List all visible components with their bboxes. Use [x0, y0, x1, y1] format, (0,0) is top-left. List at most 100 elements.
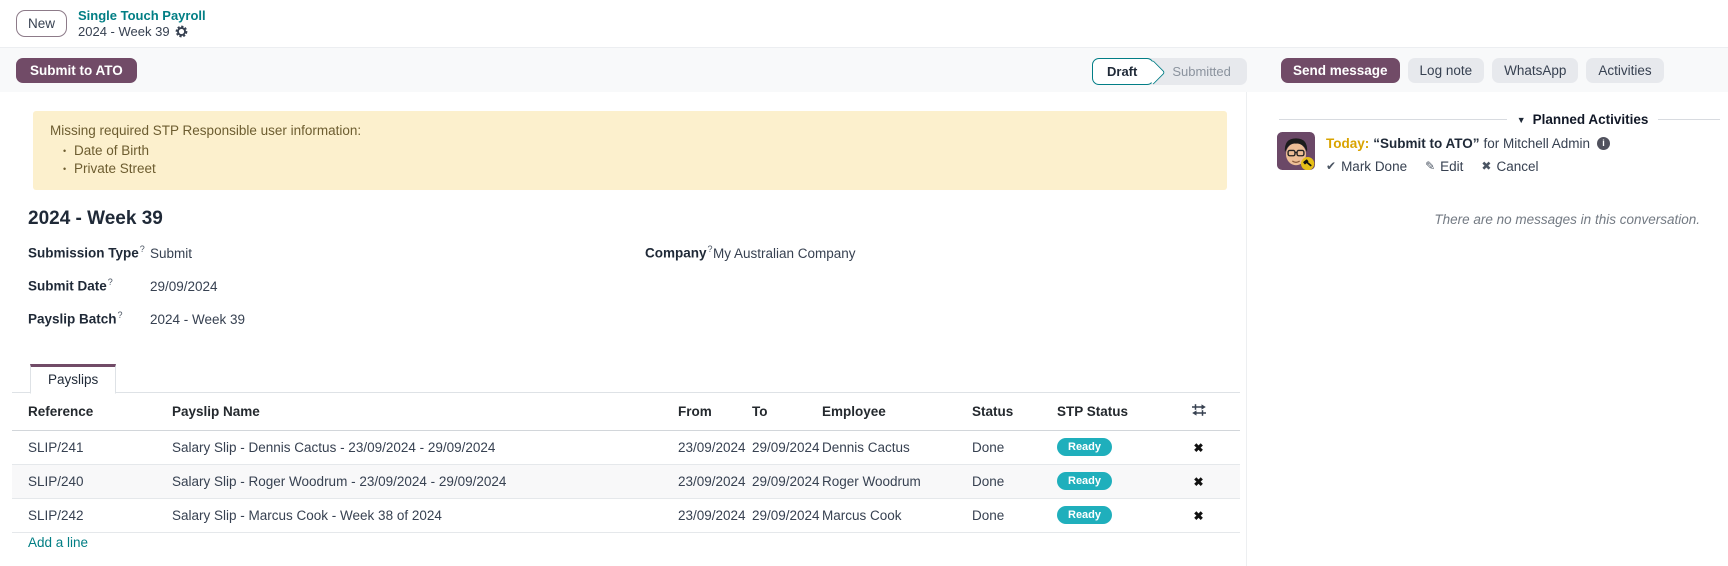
cell-to[interactable]: 29/09/2024 — [752, 498, 822, 532]
divider — [1279, 119, 1507, 120]
help-icon[interactable]: ? — [108, 277, 113, 287]
submit-to-ato-button[interactable]: Submit to ATO — [16, 58, 137, 83]
cell-employee[interactable]: Dennis Cactus — [822, 430, 972, 464]
planned-activities-header: ▼ Planned Activities — [1279, 112, 1720, 127]
cell-stp-status: Ready — [1057, 464, 1157, 498]
cell-payslip-name[interactable]: Salary Slip - Dennis Cactus - 23/09/2024… — [172, 430, 678, 464]
cell-delete: ✖ — [1157, 430, 1240, 464]
record-title: 2024 - Week 39 — [28, 208, 163, 230]
stp-status-badge[interactable]: Ready — [1057, 506, 1112, 524]
cell-from[interactable]: 23/09/2024 — [678, 498, 752, 532]
whatsapp-button[interactable]: WhatsApp — [1492, 58, 1578, 83]
cell-payslip-name[interactable]: Salary Slip - Roger Woodrum - 23/09/2024… — [172, 464, 678, 498]
table-row[interactable]: SLIP/241 Salary Slip - Dennis Cactus - 2… — [12, 430, 1240, 464]
help-icon[interactable]: ? — [140, 244, 145, 254]
field-group-left: Submission Type? Submit Submit Date? 29/… — [28, 244, 245, 343]
table-header-row: Reference Payslip Name From To Employee … — [12, 393, 1240, 430]
avatar[interactable] — [1277, 132, 1315, 170]
statusbar: Draft Submitted — [1092, 58, 1247, 85]
warning-alert-item: Date of Birth — [74, 142, 1210, 160]
send-message-button[interactable]: Send message — [1281, 58, 1400, 83]
activity-item: Today: “Submit to ATO” for Mitchell Admi… — [1277, 132, 1610, 175]
info-icon[interactable]: i — [1597, 137, 1610, 150]
field-submission-type: Submission Type? Submit — [28, 244, 245, 263]
cell-delete: ✖ — [1157, 498, 1240, 532]
help-icon[interactable]: ? — [118, 310, 123, 320]
divider — [1658, 119, 1720, 120]
breadcrumb-bar: New Single Touch Payroll 2024 - Week 39 — [0, 0, 1728, 48]
tab-payslips[interactable]: Payslips — [30, 364, 116, 394]
breadcrumb-model-link[interactable]: Single Touch Payroll — [78, 8, 206, 23]
chevron-down-icon[interactable]: ▼ — [1517, 115, 1526, 125]
cell-reference[interactable]: SLIP/242 — [12, 498, 172, 532]
notebook-tabs: Payslips — [12, 364, 1240, 393]
add-a-line-link[interactable]: Add a line — [28, 535, 88, 550]
breadcrumb: Single Touch Payroll 2024 - Week 39 — [78, 8, 206, 39]
delete-row-icon[interactable]: ✖ — [1193, 441, 1203, 455]
table-row[interactable]: SLIP/240 Salary Slip - Roger Woodrum - 2… — [12, 464, 1240, 498]
cell-stp-status: Ready — [1057, 498, 1157, 532]
payslips-table: Reference Payslip Name From To Employee … — [12, 393, 1240, 533]
warning-alert-title: Missing required STP Responsible user in… — [50, 122, 1210, 140]
cell-stp-status: Ready — [1057, 430, 1157, 464]
chatter-buttons: Send message Log note WhatsApp Activitie… — [1281, 58, 1664, 83]
cell-status[interactable]: Done — [972, 498, 1057, 532]
optional-columns-icon[interactable] — [1157, 393, 1240, 430]
empty-conversation-message: There are no messages in this conversati… — [1434, 212, 1700, 227]
field-label: Company — [645, 246, 707, 261]
cell-to[interactable]: 29/09/2024 — [752, 464, 822, 498]
warning-alert-item: Private Street — [74, 160, 1210, 178]
stp-status-badge[interactable]: Ready — [1057, 438, 1112, 456]
cell-to[interactable]: 29/09/2024 — [752, 430, 822, 464]
activity-summary[interactable]: “Submit to ATO” — [1373, 136, 1479, 151]
field-value[interactable]: 2024 - Week 39 — [150, 312, 245, 327]
column-to[interactable]: To — [752, 393, 822, 430]
status-step-draft[interactable]: Draft — [1092, 58, 1154, 85]
help-icon[interactable]: ? — [708, 244, 713, 254]
field-submit-date: Submit Date? 29/09/2024 — [28, 277, 245, 296]
column-payslip-name[interactable]: Payslip Name — [172, 393, 678, 430]
check-icon: ✔ — [1326, 159, 1336, 173]
chatter-panel: ▼ Planned Activities Today: — [1247, 92, 1728, 566]
planned-activities-title[interactable]: Planned Activities — [1533, 112, 1649, 127]
cancel-activity-button[interactable]: ✖ Cancel — [1481, 159, 1538, 174]
table-row[interactable]: SLIP/242 Salary Slip - Marcus Cook - Wee… — [12, 498, 1240, 532]
pencil-icon: ✎ — [1425, 159, 1435, 173]
stp-status-badge[interactable]: Ready — [1057, 472, 1112, 490]
warning-alert-list: Date of Birth Private Street — [50, 142, 1210, 178]
gear-icon[interactable] — [175, 25, 188, 38]
warning-alert: Missing required STP Responsible user in… — [33, 111, 1227, 190]
field-value[interactable]: My Australian Company — [713, 246, 856, 261]
delete-row-icon[interactable]: ✖ — [1193, 509, 1203, 523]
log-note-button[interactable]: Log note — [1408, 58, 1485, 83]
cell-status[interactable]: Done — [972, 464, 1057, 498]
cell-status[interactable]: Done — [972, 430, 1057, 464]
form-sheet: Missing required STP Responsible user in… — [0, 92, 1247, 566]
breadcrumb-record: 2024 - Week 39 — [78, 24, 170, 39]
cell-payslip-name[interactable]: Salary Slip - Marcus Cook - Week 38 of 2… — [172, 498, 678, 532]
delete-row-icon[interactable]: ✖ — [1193, 475, 1203, 489]
cell-from[interactable]: 23/09/2024 — [678, 464, 752, 498]
field-value[interactable]: 29/09/2024 — [150, 279, 218, 294]
field-label: Submit Date — [28, 279, 107, 294]
cell-reference[interactable]: SLIP/240 — [12, 464, 172, 498]
field-label: Submission Type — [28, 246, 139, 261]
column-stp-status[interactable]: STP Status — [1057, 393, 1157, 430]
column-from[interactable]: From — [678, 393, 752, 430]
field-label: Payslip Batch — [28, 312, 117, 327]
edit-activity-button[interactable]: ✎ Edit — [1425, 159, 1463, 174]
cell-from[interactable]: 23/09/2024 — [678, 430, 752, 464]
activity-assignee: for Mitchell Admin — [1484, 136, 1591, 151]
new-button[interactable]: New — [16, 10, 67, 37]
activities-button[interactable]: Activities — [1586, 58, 1663, 83]
cell-employee[interactable]: Roger Woodrum — [822, 464, 972, 498]
field-value[interactable]: Submit — [150, 246, 192, 261]
column-employee[interactable]: Employee — [822, 393, 972, 430]
column-reference[interactable]: Reference — [12, 393, 172, 430]
column-status[interactable]: Status — [972, 393, 1057, 430]
field-payslip-batch: Payslip Batch? 2024 - Week 39 — [28, 310, 245, 329]
activity-due-date: Today: — [1326, 136, 1369, 151]
cell-employee[interactable]: Marcus Cook — [822, 498, 972, 532]
mark-done-button[interactable]: ✔ Mark Done — [1326, 159, 1407, 174]
cell-reference[interactable]: SLIP/241 — [12, 430, 172, 464]
